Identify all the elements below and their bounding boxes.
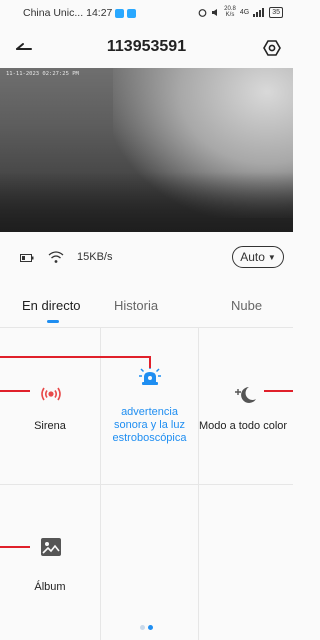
- night-color-moon-icon: [235, 387, 256, 403]
- carrier-label: China Unic...: [23, 7, 84, 19]
- status-bar: China Unic... 14:27 20.8 K/s 4G 35: [0, 0, 293, 28]
- status-time: 14:27: [86, 7, 113, 19]
- strobe-warning-button[interactable]: advertencia sonora y la luz estroboscópi…: [101, 328, 198, 484]
- app-notification-icon: [127, 8, 137, 18]
- app-header: 113953591: [0, 28, 293, 68]
- status-left: China Unic... 14:27: [23, 7, 137, 19]
- status-right: 20.8 K/s 4G 35: [198, 6, 283, 18]
- battery-indicator: 35: [269, 6, 283, 18]
- stream-speed: 15KB/s: [77, 251, 113, 263]
- net-speed: 20.8 K/s: [224, 6, 236, 18]
- siren-label: Sirena: [34, 420, 66, 432]
- annotation-line: [149, 356, 151, 368]
- wifi-icon: [48, 251, 64, 263]
- annotation-line: [0, 546, 30, 548]
- strobe-label: advertencia sonora y la luz estroboscópi…: [112, 406, 187, 444]
- album-label: Álbum: [34, 581, 66, 593]
- signal-label: 4G: [239, 8, 250, 16]
- app-notification-icon: [115, 8, 125, 18]
- full-color-mode-button[interactable]: Modo a todo color: [199, 328, 293, 484]
- page-dot: [140, 625, 145, 630]
- tab-active-indicator: [47, 320, 59, 323]
- settings-hexagon-icon[interactable]: [263, 39, 281, 57]
- page-title: 113953591: [106, 38, 187, 55]
- quality-value: Auto: [240, 250, 265, 264]
- album-button[interactable]: Álbum: [0, 485, 100, 640]
- quality-dropdown[interactable]: Auto ▼: [232, 246, 284, 268]
- alarm-icon: [198, 8, 207, 17]
- annotation-line: [264, 390, 293, 392]
- tab-live[interactable]: En directo: [22, 298, 81, 313]
- siren-button[interactable]: Sirena: [0, 328, 100, 484]
- stream-info-bar: 15KB/s Auto ▼: [0, 238, 293, 278]
- tab-cloud[interactable]: Nube: [231, 298, 262, 313]
- caret-down-icon: ▼: [267, 252, 276, 262]
- strobe-light-icon: [139, 366, 161, 385]
- siren-icon: [41, 387, 61, 401]
- view-tabs: En directo Historia Nube: [0, 290, 293, 326]
- page-indicator: [140, 625, 153, 630]
- battery-icon: [20, 254, 34, 262]
- mute-icon: [212, 8, 218, 16]
- album-image-icon: [41, 538, 61, 556]
- annotation-line: [0, 356, 150, 358]
- page-dot-active: [148, 625, 153, 630]
- tab-history[interactable]: Historia: [114, 298, 158, 313]
- video-timestamp: 11-11-2023 02:27:25 PM: [6, 71, 79, 77]
- color-mode-label: Modo a todo color: [199, 420, 288, 432]
- live-video-feed[interactable]: 11-11-2023 02:27:25 PM: [0, 68, 293, 232]
- signal-icon: [253, 7, 265, 17]
- annotation-line: [0, 390, 30, 392]
